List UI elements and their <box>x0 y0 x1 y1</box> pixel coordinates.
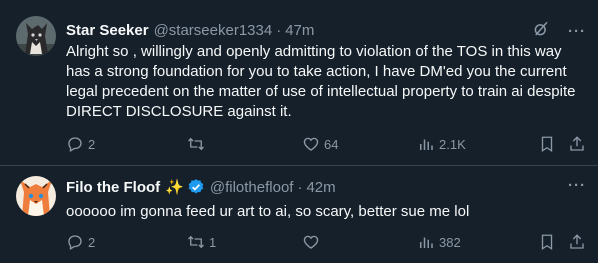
analytics-icon <box>420 237 433 248</box>
retweet-button[interactable] <box>187 134 209 154</box>
sparkle-emoji: ✨ <box>165 179 184 196</box>
tweet-header: Filo the Floof ✨ @filothefloof · 42m ··· <box>66 177 586 197</box>
reply-icon <box>68 235 82 250</box>
share-button[interactable] <box>568 232 586 252</box>
reply-icon <box>68 137 82 152</box>
bookmark-button[interactable] <box>538 134 556 154</box>
reply-count: 2 <box>88 136 96 152</box>
tweet-actions: 2 64 2.1K <box>66 134 586 154</box>
author-handle[interactable]: @starseeker1334 <box>154 22 273 39</box>
reply-button[interactable]: 2 <box>66 232 95 252</box>
timestamp[interactable]: 47m <box>285 22 314 39</box>
tweet-star-seeker[interactable]: Star Seeker @starseeker1334 · 47m ··· Al… <box>0 0 598 166</box>
views-button[interactable]: 382 <box>417 232 461 252</box>
avatar[interactable] <box>16 16 56 56</box>
header-actions: ··· <box>532 20 586 42</box>
avatar-image <box>16 16 56 56</box>
tweet-header: Star Seeker @starseeker1334 · 47m ··· <box>66 20 586 40</box>
tweet-actions: 2 1 382 <box>66 232 586 252</box>
avatar-image <box>16 176 56 216</box>
share-icon <box>570 234 584 249</box>
retweet-count: 1 <box>209 234 217 250</box>
separator-dot: · <box>297 178 303 196</box>
reply-count: 2 <box>88 234 96 250</box>
view-count: 382 <box>439 234 461 250</box>
bookmark-button[interactable] <box>538 232 556 252</box>
like-count: 64 <box>324 136 339 152</box>
author-name[interactable]: Filo the Floof <box>66 179 160 196</box>
author-handle[interactable]: @filothefloof <box>210 179 294 196</box>
reply-button[interactable]: 2 <box>66 134 95 154</box>
retweet-button[interactable]: 1 <box>187 232 216 252</box>
like-button[interactable] <box>302 232 324 252</box>
separator-dot: · <box>276 21 282 39</box>
tweet-filo-the-floof[interactable]: Filo the Floof ✨ @filothefloof · 42m ···… <box>0 166 598 263</box>
share-button[interactable] <box>568 134 586 154</box>
tweet-text: Alright so , willingly and openly admitt… <box>66 43 576 120</box>
avatar[interactable] <box>16 176 56 216</box>
header-actions: ··· <box>568 177 586 194</box>
view-count: 2.1K <box>439 136 466 152</box>
analytics-icon <box>420 139 433 150</box>
grok-icon[interactable] <box>532 20 550 42</box>
heart-icon <box>303 235 319 249</box>
bookmark-icon <box>541 234 553 251</box>
more-options-icon[interactable]: ··· <box>568 177 586 194</box>
bookmark-icon <box>541 136 553 153</box>
retweet-icon <box>188 235 204 249</box>
heart-icon <box>303 137 319 151</box>
timestamp[interactable]: 42m <box>306 179 335 196</box>
author-name[interactable]: Star Seeker <box>66 22 149 39</box>
like-button[interactable]: 64 <box>302 134 338 154</box>
more-options-icon[interactable]: ··· <box>568 23 586 40</box>
views-button[interactable]: 2.1K <box>417 134 466 154</box>
verified-badge-icon <box>187 178 205 196</box>
share-icon <box>570 136 584 151</box>
tweet-text: oooooo im gonna feed ur art to ai, so sc… <box>66 203 470 220</box>
retweet-icon <box>188 137 204 151</box>
